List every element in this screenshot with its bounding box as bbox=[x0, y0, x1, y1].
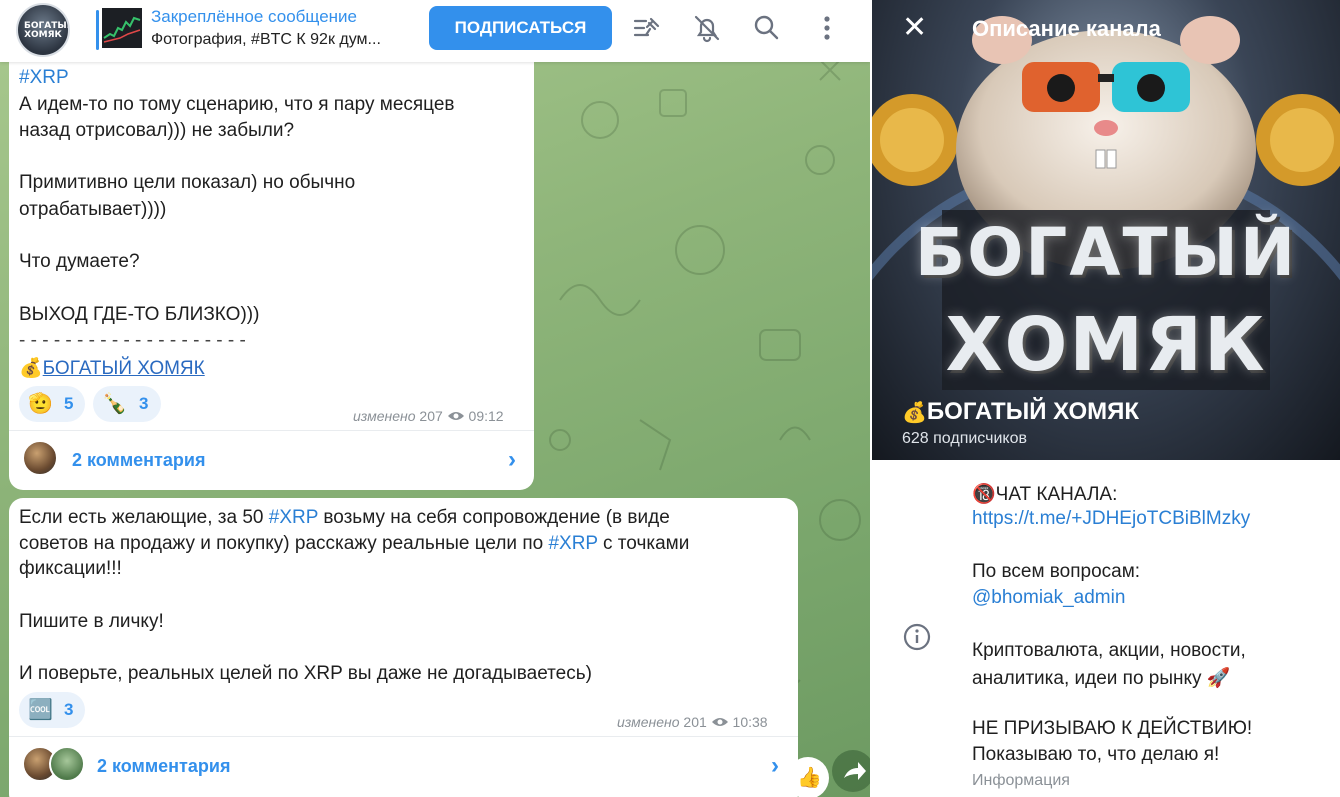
thumbs-up-icon: 👍 bbox=[797, 767, 822, 789]
edited-label: изменено bbox=[353, 408, 416, 424]
banner-word: ХОМЯК bbox=[945, 302, 1267, 388]
chat-header: БОГАТЫЙ ХОМЯК Закреплённое сообщение Фото… bbox=[0, 0, 870, 62]
panel-title: Описание канала bbox=[972, 16, 1161, 41]
share-button[interactable] bbox=[832, 750, 870, 792]
pinned-list-icon[interactable] bbox=[630, 11, 664, 45]
channel-avatar[interactable]: БОГАТЫЙ ХОМЯК bbox=[16, 3, 70, 57]
description-text: Показываю то, что делаю я! bbox=[972, 744, 1220, 765]
chevron-right-icon[interactable]: › bbox=[771, 752, 779, 780]
message-meta: изменено 201 10:38 bbox=[617, 714, 768, 730]
channel-name: 💰БОГАТЫЙ ХОМЯК bbox=[902, 398, 1140, 425]
message-text: Примитивно цели показал) но обычно bbox=[19, 172, 356, 193]
message-text: ВЫХОД ГДЕ-ТО БЛИЗКО))) bbox=[19, 304, 260, 325]
signature-link[interactable]: БОГАТЫЙ ХОМЯК bbox=[43, 358, 205, 379]
commenter-avatar bbox=[22, 440, 58, 476]
close-icon[interactable]: ✕ bbox=[902, 13, 927, 43]
description-text: аналитика, идеи по рынку 🚀 bbox=[972, 668, 1231, 689]
pinned-title[interactable]: Закреплённое сообщение bbox=[151, 7, 357, 27]
message-separator: - - - - - - - - - - - - - - - - - - - - bbox=[19, 330, 246, 351]
message-text: назад отрисовал))) не забыли? bbox=[19, 120, 295, 141]
share-arrow-icon bbox=[844, 762, 866, 780]
views-count: 207 bbox=[419, 408, 443, 424]
subscriber-count: 628 подписчиков bbox=[902, 430, 1027, 447]
hashtag-link[interactable]: #XRP bbox=[548, 533, 597, 554]
message-text: Пишите в личку! bbox=[19, 611, 164, 632]
money-bag-icon: 💰 bbox=[19, 358, 43, 379]
champagne-emoji-icon: 🍾 bbox=[102, 393, 127, 415]
message-text: Если есть желающие, за 50 #XRP возьму на… bbox=[19, 507, 670, 528]
money-bag-icon: 💰 bbox=[902, 402, 927, 424]
message-text: А идем-то по тому сценарию, что я пару м… bbox=[19, 94, 455, 115]
message-text: И поверьте, реальных целей по XRP вы даж… bbox=[19, 663, 592, 684]
eye-icon bbox=[447, 412, 464, 420]
message-text: Что думаете? bbox=[19, 251, 140, 272]
message-time: 10:38 bbox=[732, 714, 768, 730]
edited-label: изменено bbox=[617, 714, 680, 730]
comments-link[interactable]: 2 комментария bbox=[72, 450, 205, 471]
quick-reaction-button[interactable]: 👍 bbox=[787, 757, 829, 797]
description-text: НЕ ПРИЗЫВАЮ К ДЕЙСТВИЮ! bbox=[972, 718, 1253, 739]
reaction-count: 3 bbox=[64, 700, 74, 719]
pinned-thumbnail[interactable] bbox=[102, 8, 142, 48]
reaction-salute[interactable]: 🫡 5 bbox=[19, 386, 85, 422]
pinned-preview[interactable]: Фотография, #BTC К 92к дум... bbox=[151, 31, 381, 49]
chevron-right-icon[interactable]: › bbox=[508, 446, 516, 474]
divider bbox=[9, 430, 534, 431]
views-count: 201 bbox=[683, 714, 707, 730]
subscribe-button[interactable]: ПОДПИСАТЬСЯ bbox=[429, 6, 612, 50]
info-caption: Информация bbox=[972, 772, 1070, 789]
admin-username-link[interactable]: @bhomiak_admin bbox=[972, 587, 1125, 609]
search-icon[interactable] bbox=[750, 11, 784, 45]
banner-word: БОГАТЫЙ bbox=[914, 214, 1298, 291]
message-text: советов на продажу и покупку) расскажу р… bbox=[19, 533, 690, 554]
hashtag-link[interactable]: #XRP bbox=[269, 507, 318, 528]
reaction-champagne[interactable]: 🍾 3 bbox=[93, 386, 161, 422]
chat-pane: БОГАТЫЙ ХОМЯК Закреплённое сообщение Фото… bbox=[0, 0, 870, 797]
cool-emoji-icon: 🆒 bbox=[28, 699, 53, 721]
message-text: фиксации!!! bbox=[19, 558, 122, 579]
message-text: отрабатывает)))) bbox=[19, 199, 167, 220]
signature[interactable]: 💰БОГАТЫЙ ХОМЯК bbox=[19, 356, 205, 380]
chat-label: 🔞ЧАТ КАНАЛА: bbox=[972, 484, 1118, 505]
channel-info-pane: ✕ Описание канала БОГАТЫЙ ХОМЯК 💰БОГАТЫЙ… bbox=[872, 0, 1340, 797]
message-bubble[interactable]: #XRP А идем-то по тому сценарию, что я п… bbox=[9, 50, 534, 490]
message-time: 09:12 bbox=[468, 408, 504, 424]
comments-link[interactable]: 2 комментария bbox=[97, 756, 230, 777]
channel-banner: ✕ Описание канала БОГАТЫЙ ХОМЯК 💰БОГАТЫЙ… bbox=[872, 0, 1340, 460]
hashtag-link[interactable]: #XRP bbox=[19, 67, 69, 89]
salute-emoji-icon: 🫡 bbox=[28, 393, 53, 415]
commenter-avatar bbox=[49, 746, 85, 782]
reaction-cool[interactable]: 🆒 3 bbox=[19, 692, 85, 728]
divider bbox=[9, 736, 798, 737]
pinned-indicator bbox=[96, 10, 99, 50]
message-bubble[interactable]: Если есть желающие, за 50 #XRP возьму на… bbox=[9, 498, 798, 797]
reaction-count: 5 bbox=[64, 394, 74, 413]
message-meta: изменено 207 09:12 bbox=[353, 408, 504, 424]
description-text: Криптовалюта, акции, новости, bbox=[972, 640, 1246, 661]
mute-icon[interactable] bbox=[690, 11, 724, 45]
eye-icon bbox=[711, 718, 728, 726]
info-icon bbox=[903, 623, 931, 651]
chat-invite-link[interactable]: https://t.me/+JDHEjoTCBiBlMzky bbox=[972, 508, 1250, 530]
more-menu-icon[interactable] bbox=[810, 11, 844, 45]
questions-label: По всем вопросам: bbox=[972, 561, 1141, 582]
reaction-count: 3 bbox=[139, 394, 149, 413]
